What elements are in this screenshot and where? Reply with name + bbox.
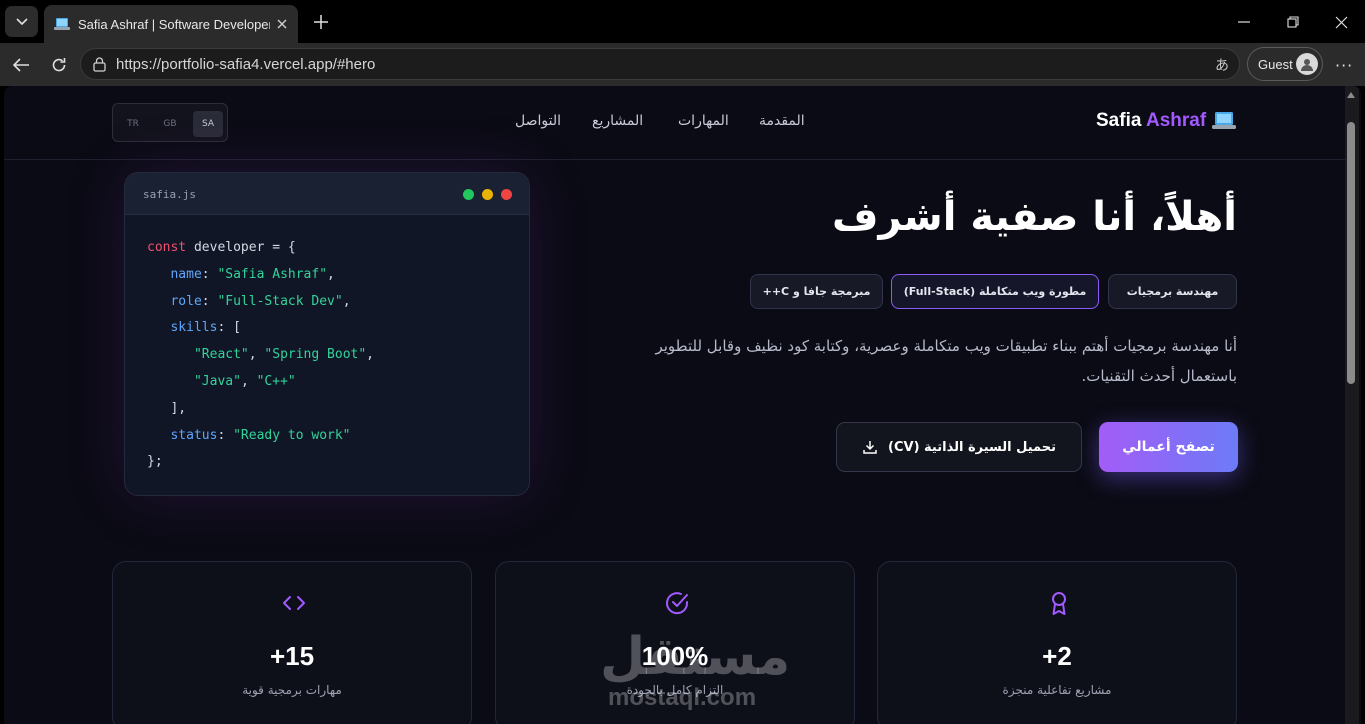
yellow-dot-icon [482,189,493,200]
role-chip-software-engineer[interactable]: مهندسة برمجيات [1108,274,1237,309]
scrollbar-thumb[interactable] [1347,122,1355,384]
code-card-header: safia.js [125,173,529,215]
lock-icon [93,57,106,72]
nav-link-skills[interactable]: المهارات [678,113,729,129]
brand-logo[interactable]: Safia Ashraf [1096,110,1206,132]
award-icon [1052,592,1066,615]
nav-link-projects[interactable]: المشاريع [592,113,643,129]
url-text: https://portfolio-safia4.vercel.app/#her… [116,56,376,73]
code-snippet-card: safia.js const developer = { name: "Safi… [124,172,530,496]
role-chip-java-cpp[interactable]: مبرمجة جافا و C++ [750,274,883,309]
browser-toolbar: https://portfolio-safia4.vercel.app/#her… [0,43,1365,86]
minimize-icon[interactable] [1234,12,1254,32]
tab-title: Safia Ashraf | Software Developer [78,16,270,32]
browser-tab-strip: Safia Ashraf | Software Developer [0,0,1365,43]
browse-work-button[interactable]: تصفح أعمالي [1099,422,1238,472]
role-chip-full-stack[interactable]: مطورة ويب متكاملة (Full-Stack) [891,274,1099,309]
download-cv-label: تحميل السيرة الذاتية (CV) [888,439,1056,455]
code-content: const developer = { name: "Safia Ashraf"… [147,240,374,470]
download-cv-button[interactable]: تحميل السيرة الذاتية (CV) [836,422,1082,472]
tab-search-button[interactable] [5,6,38,37]
lang-gb[interactable]: GB [155,111,185,137]
scroll-up-arrow-icon[interactable] [1347,92,1355,98]
laptop-favicon-icon [54,18,70,30]
language-switcher: TR GB SA [112,103,228,142]
stat-card-skills: +15 مهارات برمجية قوية [112,561,472,724]
site-header: TR GB SA المقدمة المهارات المشاريع التوا… [4,86,1345,160]
new-tab-icon[interactable] [310,11,332,33]
reload-icon[interactable] [48,54,70,76]
restore-icon[interactable] [1283,12,1303,32]
back-arrow-icon[interactable] [10,54,32,76]
hero-description: أنا مهندسة برمجيات أهتم ببناء تطبيقات وي… [655,337,1237,385]
nav-link-contact[interactable]: التواصل [515,113,561,129]
lang-sa[interactable]: SA [193,111,223,137]
stat-card-projects: +2 مشاريع تفاعلية منجزة [877,561,1237,724]
laptop-icon [1212,112,1236,129]
download-icon [863,441,877,454]
watermark-latin: mostaql.com [608,684,757,711]
red-dot-icon [501,189,512,200]
code-filename: safia.js [143,188,196,201]
page-scrollbar[interactable] [1345,86,1359,724]
code-icon [283,596,305,610]
green-dot-icon [463,189,474,200]
page-viewport: TR GB SA المقدمة المهارات المشاريع التوا… [4,86,1361,724]
watermark-arabic: مستقل [600,627,791,687]
stat-label: مهارات برمجية قوية [242,683,342,697]
profile-label: Guest [1258,56,1293,72]
close-window-icon[interactable] [1331,12,1351,32]
address-bar[interactable]: https://portfolio-safia4.vercel.app/#her… [80,48,1240,80]
browser-menu-icon[interactable]: ··· [1335,56,1353,75]
stat-value: +15 [269,641,315,671]
nav-link-intro[interactable]: المقدمة [759,113,805,129]
translate-icon[interactable]: あ [1215,55,1229,75]
lang-tr[interactable]: TR [118,111,148,137]
chevron-down-icon [15,17,28,25]
stat-value: +2 [1042,641,1072,671]
close-tab-icon[interactable] [274,16,290,32]
browser-tab[interactable]: Safia Ashraf | Software Developer [44,5,298,43]
hero-title: أهلاً، أنا صفية أشرف [832,194,1237,240]
guest-avatar-icon [1296,53,1318,75]
stat-label: مشاريع تفاعلية منجزة [1002,683,1112,697]
profile-button[interactable]: Guest [1247,47,1323,81]
check-circle-icon [666,592,689,615]
